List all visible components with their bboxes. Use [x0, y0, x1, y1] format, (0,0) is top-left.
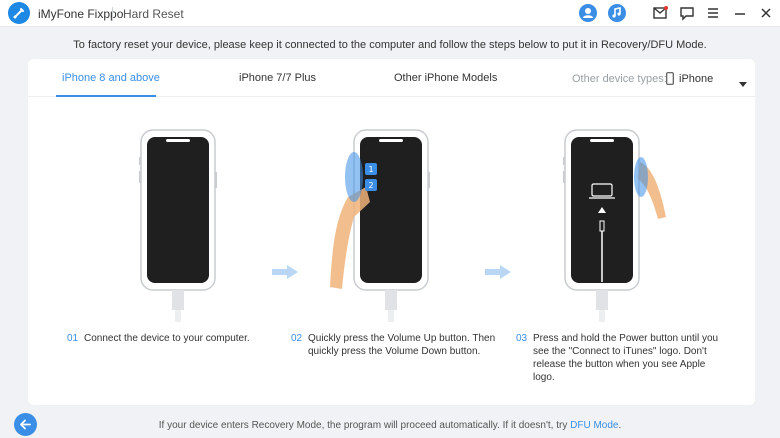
step-3-number: 03 — [516, 333, 528, 344]
step-1-number: 01 — [67, 333, 79, 344]
user-icon[interactable] — [578, 3, 598, 23]
device-type-value: iPhone — [679, 73, 714, 85]
minimize-icon[interactable] — [730, 3, 750, 23]
step-2-text: Quickly press the Volume Up button. Then… — [308, 333, 496, 357]
title-divider — [112, 7, 113, 21]
active-tab-indicator — [56, 95, 156, 97]
svg-text:1: 1 — [368, 165, 373, 174]
tab-iphone-8-and-above[interactable]: iPhone 8 and above — [62, 72, 160, 84]
app-name: iMyFone Fixppo — [38, 7, 124, 21]
title-bar: iMyFone Fixppo Hard Reset — [0, 0, 780, 27]
footer-hint: If your device enters Recovery Mode, the… — [0, 420, 780, 431]
footer-period: . — [618, 420, 622, 431]
arrow-right-icon — [272, 265, 298, 284]
dfu-mode-link[interactable]: DFU Mode — [570, 420, 618, 431]
phone-icon — [666, 72, 674, 90]
feedback-icon[interactable] — [677, 3, 697, 23]
mail-icon[interactable] — [650, 3, 670, 23]
instruction-text: To factory reset your device, please kee… — [73, 39, 707, 51]
device-type-dropdown[interactable]: iPhone — [664, 70, 748, 88]
step-2-number: 02 — [291, 333, 303, 344]
music-search-icon[interactable] — [607, 3, 627, 23]
svg-text:2: 2 — [368, 181, 373, 190]
page-title: Hard Reset — [123, 7, 184, 21]
arrow-right-icon — [485, 265, 511, 284]
tab-iphone-7[interactable]: iPhone 7/7 Plus — [239, 72, 316, 84]
other-device-types-label: Other device types: — [572, 73, 667, 85]
main-card: iPhone 8 and above iPhone 7/7 Plus Other… — [28, 59, 755, 405]
menu-icon[interactable] — [703, 3, 723, 23]
tab-other-iphone-models[interactable]: Other iPhone Models — [394, 72, 497, 84]
step-3-text: Press and hold the Power button until yo… — [533, 333, 719, 383]
step-1-text: Connect the device to your computer. — [84, 333, 250, 344]
close-icon[interactable] — [756, 3, 776, 23]
chevron-down-icon — [739, 75, 747, 93]
footer-text: If your device enters Recovery Mode, the… — [158, 420, 568, 431]
model-tabs: iPhone 8 and above iPhone 7/7 Plus Other… — [28, 59, 755, 97]
app-logo-icon — [8, 2, 30, 24]
